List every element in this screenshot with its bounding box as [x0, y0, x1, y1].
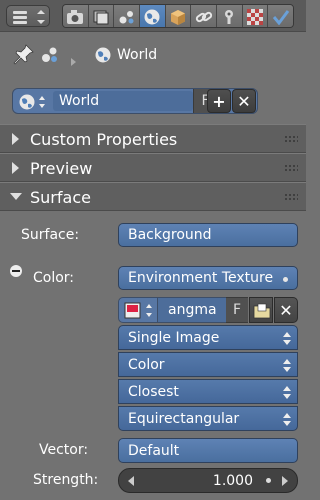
surface-label: Surface:	[21, 227, 80, 243]
layers-icon	[93, 10, 109, 25]
increment-arrow-icon[interactable]	[281, 476, 289, 486]
editor-type-icon	[13, 10, 45, 24]
folder-icon	[253, 303, 271, 319]
scene-crumb-icon	[40, 43, 64, 65]
wrench-icon	[225, 10, 234, 24]
pin-icon	[13, 44, 34, 65]
surface-shader-value: Background	[128, 227, 212, 243]
expand-arrow-icon	[10, 193, 22, 200]
color-node-value: Environment Texture	[128, 270, 274, 286]
interpolation-dropdown[interactable]: Closest	[118, 379, 298, 404]
color-space-dropdown[interactable]: Color	[118, 352, 298, 377]
updown-arrows-icon	[283, 386, 291, 399]
image-name-input[interactable]: angma	[158, 297, 226, 323]
tab-render[interactable]	[63, 5, 89, 27]
strength-value: 1.000	[212, 473, 253, 489]
strength-label: Strength:	[33, 472, 99, 488]
color-label: Color:	[33, 270, 75, 286]
cube-icon	[171, 10, 186, 25]
panel-title: Surface	[30, 188, 91, 207]
drag-grip-icon[interactable]	[284, 193, 298, 201]
world-browse-button[interactable]	[17, 92, 49, 112]
context-tabs	[62, 4, 294, 28]
strength-number-field[interactable]: 1.000	[118, 468, 298, 493]
updown-arrows-icon	[283, 413, 291, 426]
socket-dot-icon	[266, 478, 271, 483]
socket-dot-icon	[283, 277, 288, 282]
updown-arrows-icon	[283, 359, 291, 372]
projection-dropdown[interactable]: Equirectangular	[118, 406, 298, 431]
close-icon: ✕	[279, 300, 293, 320]
tab-object[interactable]	[165, 5, 192, 27]
panel-preview[interactable]: Preview	[0, 153, 306, 182]
tab-world[interactable]	[140, 5, 166, 27]
breadcrumb-world-label: World	[117, 47, 158, 63]
checkmark-icon	[272, 10, 289, 25]
world-crumb-icon	[94, 46, 112, 64]
surface-shader-button[interactable]: Background	[118, 223, 298, 247]
image-source-value: Single Image	[128, 329, 220, 346]
world-icon	[144, 9, 160, 25]
editor-type-button[interactable]	[6, 5, 50, 27]
unlink-world-button[interactable]: ✕	[232, 89, 256, 113]
plus-icon: +	[212, 91, 226, 111]
drag-grip-icon[interactable]	[284, 135, 298, 143]
interpolation-value: Closest	[128, 383, 179, 400]
world-name-input[interactable]: World	[53, 91, 193, 111]
chain-link-icon	[195, 11, 212, 23]
tab-modifiers[interactable]	[217, 5, 243, 27]
image-name-text: angma	[168, 302, 217, 318]
new-world-button[interactable]: +	[207, 89, 231, 113]
properties-header	[0, 0, 306, 32]
breadcrumb-separator-icon	[70, 51, 78, 66]
vector-label: Vector:	[39, 442, 89, 458]
collapse-arrow-icon	[12, 133, 19, 145]
updown-arrows-icon	[283, 332, 291, 345]
scene-icon	[119, 11, 134, 24]
drag-grip-icon[interactable]	[284, 164, 298, 172]
tab-scene[interactable]	[114, 5, 141, 27]
color-space-value: Color	[128, 356, 165, 373]
checker-icon	[247, 9, 264, 25]
world-icon	[19, 94, 45, 110]
pin-button[interactable]	[12, 42, 36, 66]
collapse-arrow-icon	[12, 162, 19, 174]
image-source-dropdown[interactable]: Single Image	[118, 325, 298, 350]
panel-title: Preview	[30, 159, 93, 178]
image-fake-user-button[interactable]: F	[226, 297, 248, 323]
world-name-text: World	[59, 93, 100, 109]
unlink-socket-button[interactable]	[10, 265, 22, 277]
panel-title: Custom Properties	[30, 130, 178, 149]
image-icon	[124, 302, 152, 319]
minus-icon	[12, 270, 20, 272]
panel-custom-properties[interactable]: Custom Properties	[0, 124, 306, 153]
vector-value: Default	[128, 442, 180, 459]
close-icon: ✕	[237, 91, 251, 111]
tab-data[interactable]	[268, 5, 293, 27]
tab-render-layers[interactable]	[88, 5, 115, 27]
image-browse-button[interactable]	[118, 297, 158, 323]
projection-value: Equirectangular	[128, 410, 240, 427]
open-image-button[interactable]	[249, 297, 273, 323]
tab-texture[interactable]	[242, 5, 269, 27]
panel-surface[interactable]: Surface	[0, 182, 306, 211]
decrement-arrow-icon[interactable]	[127, 476, 135, 486]
tab-constraints[interactable]	[191, 5, 218, 27]
camera-icon	[67, 10, 84, 24]
unlink-image-button[interactable]: ✕	[274, 297, 298, 323]
color-node-button[interactable]: Environment Texture	[118, 266, 298, 290]
vector-input-button[interactable]: Default	[118, 438, 298, 463]
